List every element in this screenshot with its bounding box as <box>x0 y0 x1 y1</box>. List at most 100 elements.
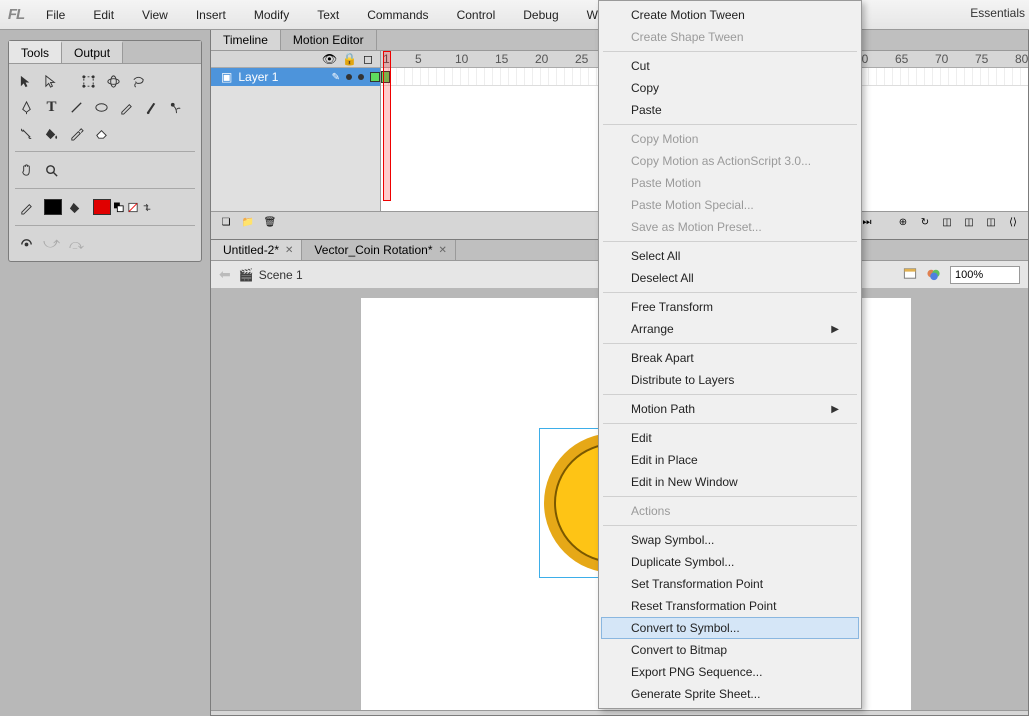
context-separator <box>603 496 857 497</box>
context-item-arrange[interactable]: Arrange▶ <box>601 318 859 340</box>
playhead[interactable] <box>383 51 391 201</box>
black-white-swatch-icon[interactable] <box>113 201 125 213</box>
context-item-deselect-all[interactable]: Deselect All <box>601 267 859 289</box>
3d-rotation-tool-icon[interactable] <box>102 70 125 92</box>
context-item-paste[interactable]: Paste <box>601 99 859 121</box>
fill-color-swatch[interactable] <box>93 199 111 215</box>
edit-multiple-frames-icon[interactable]: ◫ <box>982 215 1000 231</box>
eraser-tool-icon[interactable] <box>90 122 113 144</box>
menu-commands[interactable]: Commands <box>353 3 442 27</box>
straighten-icon[interactable]: ⤼ <box>65 233 88 255</box>
tools-tab[interactable]: Tools <box>9 41 62 63</box>
edit-symbols-icon[interactable] <box>926 266 942 284</box>
document-tab[interactable]: Vector_Coin Rotation*✕ <box>302 240 455 260</box>
lock-icon[interactable]: 🔒 <box>342 52 354 66</box>
free-transform-tool-icon[interactable] <box>77 70 100 92</box>
lasso-tool-icon[interactable] <box>127 70 150 92</box>
snap-to-object-icon[interactable] <box>15 233 38 255</box>
context-item-generate-sprite-sheet[interactable]: Generate Sprite Sheet... <box>601 683 859 705</box>
context-menu: Create Motion Tween Create Shape Tween Cut… <box>598 0 862 709</box>
timeline-tab[interactable]: Timeline <box>211 30 281 50</box>
pen-tool-icon[interactable] <box>15 96 38 118</box>
onion-skin-icon[interactable]: ◫ <box>938 215 956 231</box>
eye-icon[interactable]: 👁 <box>322 52 334 66</box>
onion-skin-outlines-icon[interactable]: ◫ <box>960 215 978 231</box>
context-item-distribute-to-layers[interactable]: Distribute to Layers <box>601 369 859 391</box>
menu-insert[interactable]: Insert <box>182 3 240 27</box>
zoom-tool-icon[interactable] <box>40 159 63 181</box>
context-item-select-all[interactable]: Select All <box>601 245 859 267</box>
fill-color-icon[interactable] <box>64 196 87 218</box>
context-item-edit-in-new-window[interactable]: Edit in New Window <box>601 471 859 493</box>
eyedropper-tool-icon[interactable] <box>65 122 88 144</box>
context-item-set-transformation-point[interactable]: Set Transformation Point <box>601 573 859 595</box>
selection-tool-icon[interactable] <box>15 70 38 92</box>
edit-scene-icon[interactable] <box>902 266 918 284</box>
pencil-tool-icon[interactable] <box>115 96 138 118</box>
stroke-color-icon[interactable] <box>15 196 38 218</box>
paint-bucket-tool-icon[interactable] <box>40 122 63 144</box>
zoom-input[interactable] <box>950 266 1020 284</box>
document-tab[interactable]: Untitled-2*✕ <box>211 240 302 260</box>
menu-control[interactable]: Control <box>443 3 510 27</box>
context-item-duplicate-symbol[interactable]: Duplicate Symbol... <box>601 551 859 573</box>
menu-debug[interactable]: Debug <box>509 3 572 27</box>
back-arrow-icon[interactable]: ⬅ <box>219 266 231 283</box>
stroke-color-swatch[interactable] <box>44 199 62 215</box>
context-item-convert-to-symbol[interactable]: Convert to Symbol... <box>601 617 859 639</box>
context-item-create-motion-tween[interactable]: Create Motion Tween <box>601 4 859 26</box>
outline-icon[interactable]: ◻ <box>362 52 374 66</box>
app-icon: FL <box>0 1 32 29</box>
close-icon[interactable]: ✕ <box>285 245 293 256</box>
line-tool-icon[interactable] <box>65 96 88 118</box>
lock-dot[interactable] <box>358 74 364 80</box>
center-frame-icon[interactable]: ⊕ <box>894 215 912 231</box>
menu-text[interactable]: Text <box>303 3 353 27</box>
output-tab[interactable]: Output <box>62 41 123 63</box>
context-item-free-transform[interactable]: Free Transform <box>601 296 859 318</box>
menu-edit[interactable]: Edit <box>79 3 128 27</box>
workspace-switcher[interactable]: Essentials <box>970 6 1029 20</box>
outline-box[interactable] <box>370 72 380 82</box>
hand-tool-icon[interactable] <box>15 159 38 181</box>
menu-file[interactable]: File <box>32 3 79 27</box>
subselection-tool-icon[interactable] <box>40 70 63 92</box>
context-item-label: Paste Motion <box>631 176 701 190</box>
new-layer-icon[interactable]: ❏ <box>217 215 235 231</box>
app-icon-text: FL <box>8 6 24 23</box>
frame-number: 80 <box>1015 52 1028 66</box>
context-item-label: Create Shape Tween <box>631 30 744 44</box>
context-item-swap-symbol[interactable]: Swap Symbol... <box>601 529 859 551</box>
context-item-convert-to-bitmap[interactable]: Convert to Bitmap <box>601 639 859 661</box>
context-item-motion-path[interactable]: Motion Path▶ <box>601 398 859 420</box>
context-item-export-png-sequence[interactable]: Export PNG Sequence... <box>601 661 859 683</box>
menu-modify[interactable]: Modify <box>240 3 303 27</box>
context-item-edit-in-place[interactable]: Edit in Place <box>601 449 859 471</box>
context-item-break-apart[interactable]: Break Apart <box>601 347 859 369</box>
text-tool-icon[interactable]: T <box>40 96 63 118</box>
menu-view[interactable]: View <box>128 3 182 27</box>
context-item-copy[interactable]: Copy <box>601 77 859 99</box>
loop-icon[interactable]: ↻ <box>916 215 934 231</box>
context-item-edit[interactable]: Edit <box>601 427 859 449</box>
smooth-icon[interactable]: ⤻ <box>40 233 63 255</box>
motion-editor-tab[interactable]: Motion Editor <box>281 30 377 50</box>
modify-markers-icon[interactable]: ⟨⟩ <box>1004 215 1022 231</box>
frame-number: 75 <box>975 52 988 66</box>
context-item-cut[interactable]: Cut <box>601 55 859 77</box>
no-color-icon[interactable] <box>127 201 139 213</box>
context-separator <box>603 51 857 52</box>
layer-row[interactable]: ▣ Layer 1 ✎ <box>211 68 380 86</box>
visibility-dot[interactable] <box>346 74 352 80</box>
swap-colors-icon[interactable] <box>141 201 153 213</box>
brush-tool-icon[interactable] <box>140 96 163 118</box>
deco-tool-icon[interactable] <box>165 96 188 118</box>
context-item-reset-transformation-point[interactable]: Reset Transformation Point <box>601 595 859 617</box>
scene-breadcrumb[interactable]: 🎬 Scene 1 <box>239 268 303 282</box>
new-folder-icon[interactable]: 📁 <box>239 215 257 231</box>
rectangle-tool-icon[interactable] <box>90 96 113 118</box>
bone-tool-icon[interactable] <box>15 122 38 144</box>
context-item-label: Edit in Place <box>631 453 698 467</box>
delete-layer-icon[interactable]: 🗑 <box>261 215 279 231</box>
close-icon[interactable]: ✕ <box>439 245 447 256</box>
